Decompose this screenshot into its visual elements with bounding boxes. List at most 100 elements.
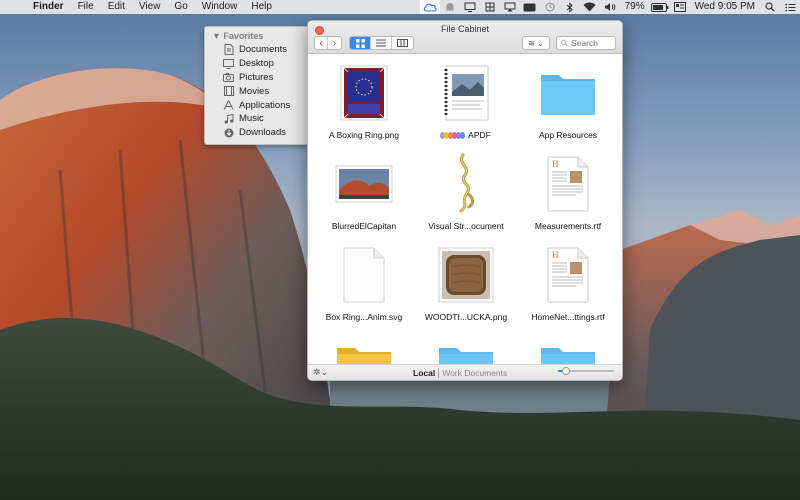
- documents-icon: [223, 44, 234, 56]
- menu-view[interactable]: View: [132, 0, 168, 14]
- airplay-icon[interactable]: [500, 0, 520, 14]
- icon-view-button[interactable]: [350, 37, 371, 49]
- file-item[interactable]: H HomeNet...ttings.rtf: [516, 237, 620, 328]
- list-view-button[interactable]: [371, 37, 392, 49]
- forward-button[interactable]: ›: [328, 37, 341, 49]
- favorite-label: Movies: [239, 85, 270, 97]
- file-item[interactable]: Box Ring...Anim.svg: [312, 237, 416, 328]
- file-item[interactable]: App Resources: [516, 55, 620, 146]
- file-grid: A Boxing Ring.png APDF App Resources Blu…: [308, 55, 622, 365]
- file-item[interactable]: H Measurements.rtf: [516, 146, 620, 237]
- folder-icon: [516, 61, 620, 125]
- image-thumbnail-icon: [312, 152, 416, 216]
- window-toolbar: ‹ › ≋ ⌄: [314, 35, 616, 51]
- file-item[interactable]: Visual Str...ocument: [414, 146, 518, 237]
- svg-document-icon: [312, 243, 416, 307]
- menu-clock[interactable]: Wed 9:05 PM: [690, 0, 760, 14]
- favorite-label: Downloads: [239, 127, 286, 139]
- bluetooth-icon[interactable]: [560, 0, 580, 14]
- battery-percentage[interactable]: 79%: [620, 0, 650, 14]
- menu-window[interactable]: Window: [195, 0, 245, 14]
- window-bottom-bar: ✲⌄ Local Work Documents: [308, 364, 622, 380]
- slider-knob[interactable]: [562, 367, 571, 375]
- folder-icon: [516, 334, 620, 365]
- file-item[interactable]: [414, 328, 518, 365]
- favorites-popover: ▼ Favorites Documents Desktop Pictures M…: [204, 26, 316, 145]
- battery-status-icon[interactable]: [520, 0, 540, 14]
- file-name: Visual Str...ocument: [428, 221, 504, 231]
- file-item[interactable]: BlurredElCapitan: [312, 146, 416, 237]
- view-mode-control: [349, 36, 414, 50]
- favorite-label: Applications: [239, 99, 291, 111]
- desktop-icon: [223, 58, 234, 69]
- icon-size-slider[interactable]: [558, 367, 614, 375]
- favorite-label: Documents: [239, 44, 288, 56]
- notification-center-icon[interactable]: [780, 0, 800, 14]
- grid-icon[interactable]: [480, 0, 500, 14]
- file-item[interactable]: A Boxing Ring.png: [312, 55, 416, 146]
- spotlight-search-icon[interactable]: [760, 0, 780, 14]
- window-titlebar[interactable]: File Cabinet ‹ › ≋ ⌄: [308, 21, 622, 54]
- file-name: BlurredElCapitan: [331, 221, 397, 231]
- visual-string-icon: [414, 152, 518, 216]
- time-machine-icon[interactable]: [540, 0, 560, 14]
- rtf-document-icon: H: [516, 243, 620, 307]
- monitor-icon[interactable]: [460, 0, 480, 14]
- battery-icon[interactable]: [650, 0, 670, 14]
- list-view-icon: [376, 39, 386, 47]
- favorite-item-documents[interactable]: Documents: [205, 43, 315, 57]
- column-view-button[interactable]: [392, 37, 413, 49]
- file-name: A Boxing Ring.png: [329, 130, 399, 140]
- menu-file[interactable]: File: [71, 0, 101, 14]
- applications-icon: [223, 100, 234, 111]
- gear-icon[interactable]: ✲⌄: [308, 367, 332, 378]
- favorite-item-desktop[interactable]: Desktop: [205, 57, 315, 71]
- wifi-icon[interactable]: [580, 0, 600, 14]
- cloud-icon[interactable]: [419, 0, 440, 14]
- favorite-label: Desktop: [239, 58, 274, 70]
- favorite-item-movies[interactable]: Movies: [205, 84, 315, 98]
- file-item[interactable]: [516, 328, 620, 365]
- file-name: App Resources: [538, 130, 598, 140]
- favorite-item-music[interactable]: Music: [205, 112, 315, 126]
- window-title: File Cabinet: [440, 24, 490, 34]
- grid-view-icon: [355, 38, 365, 48]
- user-card-icon[interactable]: [670, 0, 690, 14]
- menu-edit[interactable]: Edit: [101, 0, 132, 14]
- menu-help[interactable]: Help: [244, 0, 279, 14]
- movies-icon: [223, 86, 234, 97]
- menu-bar: Finder File Edit View Go Window Help 79%…: [0, 0, 800, 14]
- location-switcher: Local Work Documents: [410, 367, 510, 378]
- back-button[interactable]: ‹: [315, 37, 328, 49]
- favorite-item-downloads[interactable]: Downloads: [205, 126, 315, 140]
- location-local[interactable]: Local: [410, 368, 438, 378]
- file-name: HomeNet...ttings.rtf: [531, 312, 605, 322]
- pictures-icon: [223, 72, 234, 83]
- favorite-label: Pictures: [239, 71, 274, 83]
- status-area: 79% Wed 9:05 PM: [419, 0, 800, 14]
- color-tag-dots: [440, 131, 466, 141]
- favorite-item-pictures[interactable]: Pictures: [205, 71, 315, 85]
- file-name: Box Ring...Anim.svg: [325, 312, 403, 322]
- file-item[interactable]: WOODTI...UCKA.png: [414, 237, 518, 328]
- file-item[interactable]: APDF: [414, 55, 518, 146]
- menu-go[interactable]: Go: [167, 0, 194, 14]
- arrange-icon: ≋ ⌄: [528, 38, 544, 48]
- search-input[interactable]: [571, 38, 615, 48]
- file-name: WOODTI...UCKA.png: [424, 312, 508, 322]
- volume-icon[interactable]: [600, 0, 620, 14]
- rtf-document-icon: H: [516, 152, 620, 216]
- menu-finder[interactable]: Finder: [26, 0, 71, 14]
- arrange-button[interactable]: ≋ ⌄: [522, 36, 550, 50]
- music-icon: [223, 113, 234, 124]
- file-name: APDF: [414, 130, 518, 141]
- favorite-item-applications[interactable]: Applications: [205, 98, 315, 112]
- location-work-documents[interactable]: Work Documents: [438, 367, 510, 378]
- search-icon: [561, 39, 568, 47]
- boxing-ring-thumbnail: [312, 61, 416, 125]
- search-field[interactable]: [556, 36, 616, 50]
- favorites-heading[interactable]: ▼ Favorites: [205, 30, 315, 43]
- ghost-icon[interactable]: [440, 0, 460, 14]
- file-cabinet-window: File Cabinet ‹ › ≋ ⌄ Search A Boxing Rin…: [307, 20, 623, 381]
- file-item[interactable]: [312, 328, 416, 365]
